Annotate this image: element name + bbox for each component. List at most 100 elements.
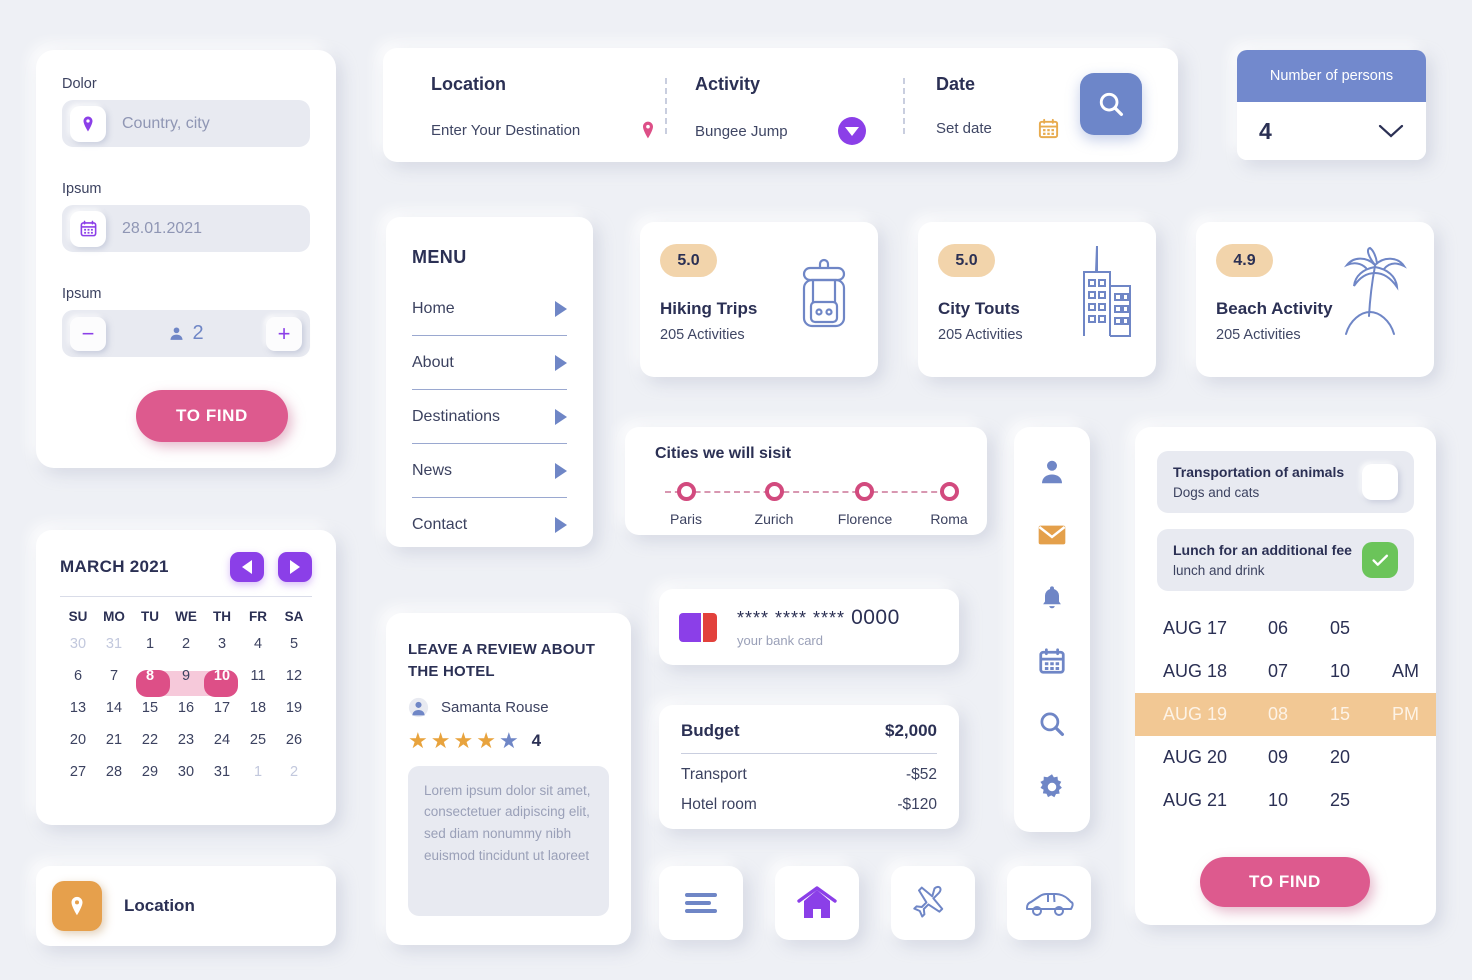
location-input[interactable]: Country, city (62, 100, 310, 147)
city-stop-dot[interactable] (855, 482, 874, 501)
calendar-day[interactable]: 21 (96, 729, 132, 752)
calendar-dow: SU (68, 609, 88, 624)
time-minute: 15 (1330, 704, 1351, 724)
guests-label: Ipsum (62, 286, 102, 302)
calendar-day-selected-end[interactable]: 10 (204, 665, 240, 688)
calendar-day[interactable]: 31 (204, 761, 240, 784)
star-icon[interactable]: ★ (499, 729, 519, 752)
calendar-day[interactable]: 27 (60, 761, 96, 784)
search-submit-button[interactable] (1080, 73, 1142, 135)
search-location-segment[interactable]: Location Enter Your Destination (431, 74, 658, 188)
calendar-day[interactable]: 6 (60, 665, 96, 688)
calendar-day[interactable]: 25 (240, 729, 276, 752)
option-row-lunch[interactable]: Lunch for an additional fee lunch and dr… (1157, 529, 1414, 591)
time-date: AUG 21 (1163, 790, 1228, 810)
checkbox-unchecked[interactable] (1362, 464, 1398, 500)
city-stop-dot[interactable] (940, 482, 959, 501)
calendar-day[interactable]: 29 (132, 761, 168, 784)
calendar-day[interactable]: 12 (276, 665, 312, 688)
airplane-button[interactable] (891, 866, 975, 940)
city-stop-dot[interactable] (677, 482, 696, 501)
bank-card[interactable]: **** **** **** 0000 your bank card (659, 589, 959, 665)
star-icon[interactable]: ★ (408, 729, 428, 752)
calendar-day[interactable]: 1 (132, 633, 168, 656)
bell-icon[interactable] (1032, 578, 1072, 618)
calendar-day[interactable]: 22 (132, 729, 168, 752)
calendar-day[interactable]: 20 (60, 729, 96, 752)
calendar-day[interactable]: 2 (168, 633, 204, 656)
calendar-icon (70, 210, 106, 247)
calendar-day[interactable]: 17 (204, 697, 240, 720)
time-row[interactable]: AUG 20 09 20 (1135, 736, 1436, 779)
calendar-day[interactable]: 30 (168, 761, 204, 784)
to-find-button-secondary[interactable]: TO FIND (1200, 857, 1370, 907)
car-button[interactable] (1007, 866, 1091, 940)
time-row-selected[interactable]: AUG 19 08 15 PM (1135, 693, 1436, 736)
menu-item-home[interactable]: Home (412, 282, 567, 336)
budget-row-value: -$52 (905, 766, 937, 783)
activity-card-beach[interactable]: 4.9 Beach Activity 205 Activities (1196, 222, 1434, 377)
persons-dropdown[interactable]: Number of persons 4 (1237, 50, 1426, 160)
persons-dropdown-body[interactable]: 4 (1237, 102, 1426, 160)
checkbox-checked[interactable] (1362, 542, 1398, 578)
gear-icon[interactable] (1032, 767, 1072, 807)
calendar-day[interactable]: 11 (240, 665, 276, 688)
calendar-day[interactable]: 5 (276, 633, 312, 656)
calendar-day[interactable]: 28 (96, 761, 132, 784)
persons-dropdown-value: 4 (1259, 117, 1272, 144)
to-find-button[interactable]: TO FIND (136, 390, 288, 442)
budget-row-label: Hotel room (681, 796, 757, 813)
calendar-day[interactable]: 7 (96, 665, 132, 688)
chevron-down-icon[interactable] (837, 117, 866, 145)
activity-card-hiking[interactable]: 5.0 Hiking Trips 205 Activities (640, 222, 878, 377)
star-icon[interactable]: ★ (431, 729, 451, 752)
option-row-animals[interactable]: Transportation of animals Dogs and cats (1157, 451, 1414, 513)
search-icon[interactable] (1032, 704, 1072, 744)
menu-item-label: Contact (412, 516, 468, 533)
calendar-day[interactable]: 18 (240, 697, 276, 720)
calendar-prev-button[interactable] (230, 552, 264, 582)
increment-button[interactable]: + (266, 316, 302, 351)
menu-item-about[interactable]: About (412, 336, 567, 390)
search-activity-segment[interactable]: Activity Bungee Jump (695, 74, 866, 188)
menu-item-destinations[interactable]: Destinations (412, 390, 567, 444)
calendar-day[interactable]: 30 (60, 633, 96, 656)
calendar-day[interactable]: 23 (168, 729, 204, 752)
calendar-day-selected-start[interactable]: 8 (132, 665, 168, 688)
date-input[interactable]: 28.01.2021 (62, 205, 310, 252)
activity-card-city[interactable]: 5.0 City Touts 205 Activities (918, 222, 1156, 377)
time-row[interactable]: AUG 21 10 25 (1135, 779, 1436, 822)
calendar-day[interactable]: 3 (204, 633, 240, 656)
user-icon[interactable] (1032, 452, 1072, 492)
calendar-day[interactable]: 2 (276, 761, 312, 784)
calendar-day[interactable]: 1 (240, 761, 276, 784)
star-icon[interactable]: ★ (453, 729, 473, 752)
city-stop-dot[interactable] (765, 482, 784, 501)
star-icon[interactable]: ★ (476, 729, 496, 752)
time-row[interactable]: AUG 17 06 05 (1135, 607, 1436, 650)
menu-item-news[interactable]: News (412, 444, 567, 498)
decrement-button[interactable]: − (70, 316, 106, 351)
menu-lines-button[interactable] (659, 866, 743, 940)
review-stars[interactable]: ★ ★ ★ ★ ★ 4 (408, 729, 609, 752)
calendar-day[interactable]: 4 (240, 633, 276, 656)
mail-icon[interactable] (1032, 515, 1072, 555)
calendar-next-button[interactable] (278, 552, 312, 582)
chevron-down-icon[interactable] (1378, 123, 1404, 139)
review-textarea[interactable]: Lorem ipsum dolor sit amet, consectetuer… (408, 765, 609, 916)
calendar-day[interactable]: 9 (168, 665, 204, 688)
calendar-day[interactable]: 14 (96, 697, 132, 720)
calendar-icon[interactable] (1032, 641, 1072, 681)
menu-item-contact[interactable]: Contact (412, 498, 567, 552)
location-tile[interactable]: Location (36, 866, 336, 946)
calendar-day[interactable]: 16 (168, 697, 204, 720)
calendar-day[interactable]: 13 (60, 697, 96, 720)
time-row[interactable]: AUG 18 07 10 AM (1135, 650, 1436, 693)
calendar-day[interactable]: 15 (132, 697, 168, 720)
home-button[interactable] (775, 866, 859, 940)
calendar-day[interactable]: 24 (204, 729, 240, 752)
calendar-day[interactable]: 26 (276, 729, 312, 752)
search-date-segment[interactable]: Date Set date (936, 74, 1060, 188)
calendar-day[interactable]: 19 (276, 697, 312, 720)
calendar-day[interactable]: 31 (96, 633, 132, 656)
